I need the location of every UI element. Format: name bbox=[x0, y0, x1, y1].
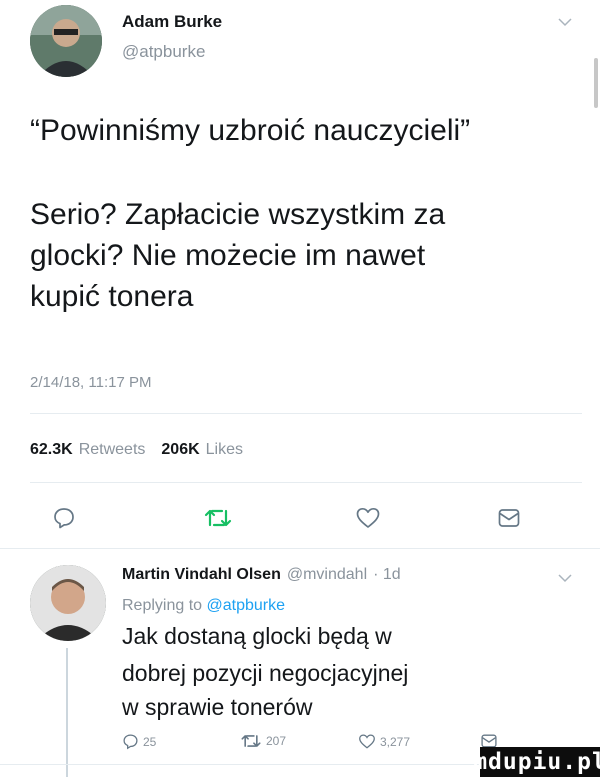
reply-retweet-count: 207 bbox=[266, 734, 287, 748]
retweets-count[interactable]: 62.3K bbox=[30, 441, 73, 459]
watermark-text: mdupiu.pl bbox=[473, 749, 600, 775]
reply-author-name[interactable]: Martin Vindahl Olsen bbox=[122, 566, 281, 584]
author-avatar[interactable] bbox=[30, 5, 102, 77]
chevron-down-icon[interactable] bbox=[558, 14, 572, 30]
reply-retweet-action[interactable]: 207 bbox=[240, 733, 286, 749]
watermark-logo: mdupiu.pl bbox=[473, 747, 600, 777]
reply-author-avatar[interactable] bbox=[30, 565, 106, 641]
replying-prefix: Replying to bbox=[122, 597, 203, 614]
reply-time[interactable]: · 1d bbox=[373, 566, 401, 584]
tweet-text-line4: kupić tonera bbox=[30, 280, 194, 313]
message-icon[interactable] bbox=[496, 505, 522, 531]
retweets-label[interactable]: Retweets bbox=[79, 441, 146, 459]
reply-reply-action[interactable]: 25 bbox=[122, 733, 156, 750]
reply-text-line1: Jak dostaną glocki będą w bbox=[122, 623, 392, 649]
avatar-photo bbox=[30, 565, 106, 641]
reply-author-handle[interactable]: @mvindahl bbox=[287, 566, 367, 584]
divider bbox=[30, 482, 582, 483]
replying-to: Replying to @atpburke bbox=[122, 597, 285, 615]
reply-header: Martin Vindahl Olsen @mvindahl · 1d bbox=[122, 566, 401, 584]
divider bbox=[30, 413, 582, 414]
author-name[interactable]: Adam Burke bbox=[122, 12, 222, 32]
retweet-icon[interactable] bbox=[203, 505, 233, 531]
tweet-text-line3: glocki? Nie możecie im nawet bbox=[30, 239, 426, 272]
like-icon bbox=[359, 734, 375, 749]
reply-like-action[interactable]: 3,277 bbox=[358, 733, 410, 750]
tweet-timestamp[interactable]: 2/14/18, 11:17 PM bbox=[30, 374, 151, 391]
thread-line bbox=[66, 648, 68, 777]
reply-icon bbox=[123, 734, 138, 750]
reply-count: 25 bbox=[143, 734, 157, 749]
reply-text-line3: w sprawie tonerów bbox=[122, 694, 313, 720]
like-icon[interactable] bbox=[354, 505, 382, 531]
divider bbox=[0, 548, 600, 549]
tweet-stats: 62.3K Retweets 206K Likes bbox=[30, 441, 243, 459]
reply-icon[interactable] bbox=[51, 505, 77, 531]
tweet-text-line1: “Powinniśmy uzbroić nauczycieli” bbox=[30, 114, 471, 147]
avatar-photo bbox=[30, 5, 102, 77]
likes-label[interactable]: Likes bbox=[206, 441, 243, 459]
replying-to-handle[interactable]: @atpburke bbox=[207, 597, 286, 614]
tweet-text-line2: Serio? Zapłacicie wszystkim za bbox=[30, 198, 446, 231]
reply-like-count: 3,277 bbox=[380, 734, 411, 749]
chevron-down-icon[interactable] bbox=[558, 570, 572, 586]
likes-count[interactable]: 206K bbox=[161, 441, 199, 459]
scrollbar[interactable] bbox=[594, 58, 598, 108]
reply-text-line2: dobrej pozycji negocjacyjnej bbox=[122, 660, 409, 686]
author-handle[interactable]: @atpburke bbox=[122, 42, 205, 62]
retweet-icon bbox=[241, 735, 261, 747]
